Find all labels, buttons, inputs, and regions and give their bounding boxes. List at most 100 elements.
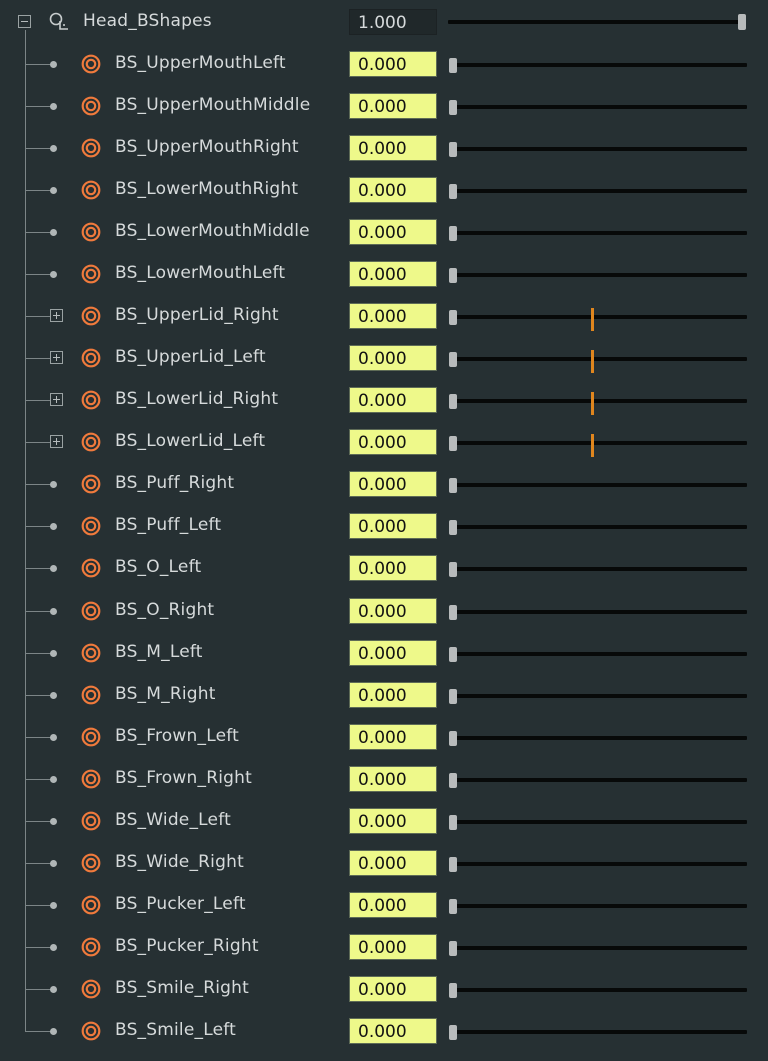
blendshape-value-field[interactable]: 0.000 <box>349 303 437 330</box>
target-icon[interactable] <box>81 558 101 578</box>
target-icon[interactable] <box>81 811 101 831</box>
blendshape-slider-handle[interactable] <box>449 226 457 242</box>
blendshape-row[interactable]: BS_O_Right 0.000 <box>0 590 768 632</box>
blendshape-value-field[interactable]: 0.000 <box>349 891 437 918</box>
blendshape-row[interactable]: BS_Wide_Right 0.000 <box>0 842 768 884</box>
blendshape-slider-handle[interactable] <box>449 310 457 326</box>
blendshape-slider-track[interactable] <box>451 105 747 110</box>
blendshape-value-field[interactable]: 0.000 <box>349 177 437 204</box>
blendshape-value-field[interactable]: 0.000 <box>349 261 437 288</box>
target-icon[interactable] <box>81 390 101 410</box>
head-value-field[interactable]: 1.000 <box>349 9 437 35</box>
blendshape-slider-track[interactable] <box>451 693 747 698</box>
minus-box-icon[interactable] <box>18 15 31 28</box>
blendshape-value-field[interactable]: 0.000 <box>349 513 437 540</box>
blendshape-slider-handle[interactable] <box>449 478 457 494</box>
blendshape-slider-handle[interactable] <box>449 394 457 410</box>
target-icon[interactable] <box>81 138 101 158</box>
blendshape-slider-track[interactable] <box>451 483 747 488</box>
blendshape-value-field[interactable]: 0.000 <box>349 135 437 162</box>
blendshape-slider-handle[interactable] <box>449 814 457 830</box>
blendshape-value-field[interactable]: 0.000 <box>349 723 437 750</box>
plus-box-icon[interactable] <box>50 393 63 407</box>
head-row[interactable]: Head_BShapes 1.000 <box>0 1 768 43</box>
blendshape-row[interactable]: BS_UpperLid_Right 0.000 <box>0 295 768 337</box>
blendshape-row[interactable]: BS_Frown_Right 0.000 <box>0 758 768 800</box>
blendshape-slider-handle[interactable] <box>449 982 457 998</box>
target-icon[interactable] <box>81 222 101 242</box>
blendshape-slider-handle[interactable] <box>449 856 457 872</box>
blendshape-slider-track[interactable] <box>451 567 747 572</box>
blendshape-slider-handle[interactable] <box>449 730 457 746</box>
blendshape-value-field[interactable]: 0.000 <box>349 471 437 498</box>
blendshape-row[interactable]: BS_LowerLid_Left 0.000 <box>0 421 768 463</box>
blendshape-value-field[interactable]: 0.000 <box>349 975 437 1002</box>
blendshape-row[interactable]: BS_LowerLid_Right 0.000 <box>0 379 768 421</box>
blendshape-slider-handle[interactable] <box>449 940 457 956</box>
target-icon[interactable] <box>81 180 101 200</box>
blendshape-row[interactable]: BS_Smile_Left 0.000 <box>0 1010 768 1052</box>
blendshape-value-field[interactable]: 0.000 <box>349 1017 437 1044</box>
blendshape-slider-track[interactable] <box>451 147 747 152</box>
blendshape-row[interactable]: BS_M_Right 0.000 <box>0 674 768 716</box>
blendshape-row[interactable]: BS_M_Left 0.000 <box>0 632 768 674</box>
blendshape-row[interactable]: BS_UpperLid_Left 0.000 <box>0 337 768 379</box>
blendshape-value-field[interactable]: 0.000 <box>349 93 437 120</box>
blendshape-slider-track[interactable] <box>451 63 747 67</box>
blendshape-row[interactable]: BS_LowerMouthLeft 0.000 <box>0 253 768 295</box>
target-icon[interactable] <box>81 348 101 368</box>
target-icon[interactable] <box>81 853 101 873</box>
blendshape-slider-handle[interactable] <box>449 772 457 788</box>
blendshape-row[interactable]: BS_Wide_Left 0.000 <box>0 800 768 842</box>
blendshape-row[interactable]: BS_UpperMouthLeft 0.000 <box>0 43 768 85</box>
target-icon[interactable] <box>81 516 101 536</box>
blendshape-row[interactable]: BS_Frown_Left 0.000 <box>0 716 768 758</box>
blendshape-slider-track[interactable] <box>451 819 747 824</box>
blendshape-slider-handle[interactable] <box>449 562 457 578</box>
blendshape-slider-track[interactable] <box>451 1029 747 1034</box>
blendshape-slider-handle[interactable] <box>449 604 457 620</box>
blendshape-slider-track[interactable] <box>451 609 747 614</box>
blendshape-value-field[interactable]: 0.000 <box>349 933 437 960</box>
head-slider-handle[interactable] <box>738 14 746 30</box>
blendshape-slider-track[interactable] <box>451 231 747 236</box>
target-icon[interactable] <box>81 601 101 621</box>
blendshape-slider-handle[interactable] <box>449 100 457 116</box>
blendshape-slider-track[interactable] <box>451 189 747 194</box>
target-icon[interactable] <box>81 979 101 999</box>
target-icon[interactable] <box>81 306 101 326</box>
blendshape-value-field[interactable]: 0.000 <box>349 849 437 876</box>
blendshape-slider-track[interactable] <box>451 903 747 908</box>
blendshape-slider-handle[interactable] <box>449 646 457 662</box>
blendshape-slider-handle[interactable] <box>449 184 457 200</box>
plus-box-icon[interactable] <box>50 309 63 323</box>
blendshape-slider-handle[interactable] <box>449 1024 457 1040</box>
blendshape-row[interactable]: BS_UpperMouthRight 0.000 <box>0 127 768 169</box>
head-slider-track[interactable] <box>448 20 744 24</box>
blendshape-slider-handle[interactable] <box>449 436 457 452</box>
target-icon[interactable] <box>81 264 101 284</box>
target-icon[interactable] <box>81 474 101 494</box>
target-icon[interactable] <box>81 895 101 915</box>
blendshape-value-field[interactable]: 0.000 <box>349 387 437 414</box>
blendshape-slider-handle[interactable] <box>449 520 457 536</box>
blendshape-value-field[interactable]: 0.000 <box>349 345 437 372</box>
target-icon[interactable] <box>81 1021 101 1041</box>
target-icon[interactable] <box>81 643 101 663</box>
blendshape-slider-track[interactable] <box>451 273 747 278</box>
blendshape-slider-track[interactable] <box>451 777 747 782</box>
target-icon[interactable] <box>81 685 101 705</box>
blendshape-slider-track[interactable] <box>451 315 747 320</box>
blendshape-value-field[interactable]: 0.000 <box>349 429 437 456</box>
target-icon[interactable] <box>81 937 101 957</box>
blendshape-row[interactable]: BS_Puff_Right 0.000 <box>0 463 768 505</box>
blendshape-row[interactable]: BS_LowerMouthRight 0.000 <box>0 169 768 211</box>
plus-box-icon[interactable] <box>50 435 63 449</box>
plus-box-icon[interactable] <box>50 351 63 365</box>
blendshape-slider-handle[interactable] <box>449 352 457 368</box>
blendshape-slider-handle[interactable] <box>449 268 457 284</box>
blendshape-value-field[interactable]: 0.000 <box>349 51 437 77</box>
blendshape-row[interactable]: BS_O_Left 0.000 <box>0 547 768 589</box>
blendshape-value-field[interactable]: 0.000 <box>349 597 437 624</box>
target-icon[interactable] <box>81 54 101 74</box>
